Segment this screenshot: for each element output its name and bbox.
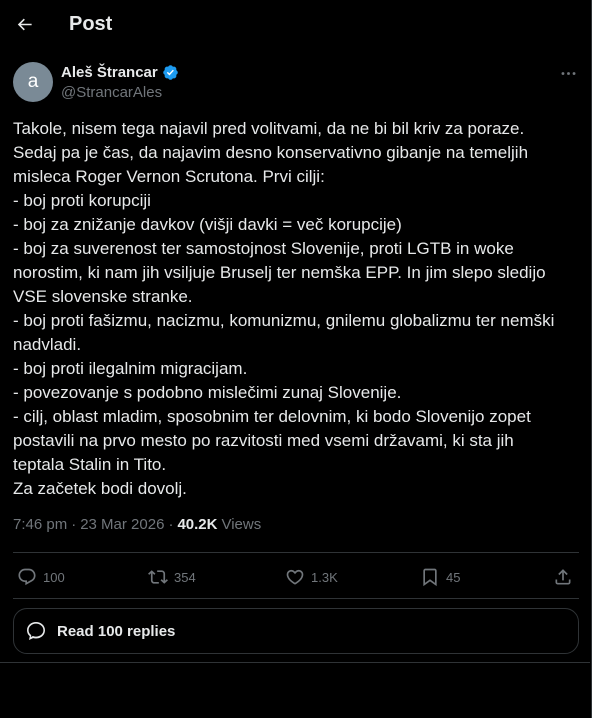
read-replies-button[interactable]: Read 100 replies	[13, 608, 579, 654]
repost-button[interactable]: 354	[148, 562, 196, 592]
back-button[interactable]	[9, 9, 39, 39]
bookmark-count: 45	[446, 569, 461, 585]
tweet-line: - boj proti ilegalnim migracijam.	[13, 359, 248, 378]
verified-badge-icon[interactable]	[162, 64, 179, 81]
avatar-letter: a	[27, 71, 39, 92]
more-button[interactable]	[556, 63, 580, 83]
tweet-line: - povezovanje s podobno mislečimi zunaj …	[13, 383, 402, 402]
divider	[13, 552, 579, 553]
divider	[0, 662, 590, 663]
tweet-line: Za začetek bodi dovolj.	[13, 479, 187, 498]
author-handle[interactable]: @StrancarAles	[61, 83, 179, 103]
post-time[interactable]: 7:46 pm	[13, 515, 67, 535]
author-name-row: Aleš Štrancar	[61, 62, 179, 82]
tweet-line: teptala Stalin in Tito.	[13, 455, 167, 474]
divider	[13, 598, 579, 599]
comment-bubble-icon	[18, 568, 36, 586]
bookmark-icon	[423, 568, 437, 587]
avatar[interactable]: a	[13, 62, 53, 102]
read-replies-label: Read 100 replies	[57, 622, 176, 640]
post-meta: 7:46 pm · 23 Mar 2026 · 40.2K Views	[13, 515, 261, 535]
tweet-line: misleca Roger Vernon Scrutona. Prvi cilj…	[13, 167, 325, 186]
author-name[interactable]: Aleš Štrancar	[61, 64, 158, 81]
tweet-line: - boj proti fašizmu, nacizmu, komunizmu,…	[13, 311, 555, 330]
tweet-line: Sedaj pa je čas, da najavim desno konser…	[13, 143, 529, 162]
repost-arrows-icon	[148, 570, 168, 584]
like-button[interactable]: 1.3K	[285, 562, 338, 592]
post-date[interactable]: 23 Mar 2026	[80, 515, 164, 535]
arrow-left-icon	[17, 18, 32, 30]
reply-button[interactable]: 100	[17, 562, 65, 592]
repost-count: 354	[174, 569, 196, 585]
share-upload-icon	[555, 569, 571, 585]
bookmark-button[interactable]: 45	[420, 562, 460, 592]
action-bar: 100 354 1.3K 45	[0, 562, 592, 592]
reply-count: 100	[43, 569, 65, 585]
views-label: Views	[221, 516, 262, 533]
tweet-line: - boj za znižanje davkov (višji davki = …	[13, 215, 402, 234]
header: Post	[0, 0, 590, 48]
tweet-line: postavili na prvo mesto po razvitosti me…	[13, 431, 514, 450]
meta-separator: ·	[168, 516, 174, 533]
views-count: 40.2K	[177, 516, 218, 533]
meta-separator: ·	[71, 516, 77, 533]
tweet-line: norostim, ki nam jih vsiljuje Bruselj te…	[13, 263, 546, 282]
chat-bubble-icon	[27, 622, 45, 640]
post-page: Post a Aleš Štrancar @StrancarAles Takol…	[0, 0, 592, 718]
tweet-line: - boj proti korupciji	[13, 191, 151, 210]
tweet-text: Takole, nisem tega najavil pred volitvam…	[13, 117, 579, 501]
like-count: 1.3K	[311, 569, 338, 585]
tweet-line: Takole, nisem tega najavil pred volitvam…	[13, 119, 525, 138]
share-button[interactable]	[553, 562, 579, 592]
post-column: Post a Aleš Štrancar @StrancarAles Takol…	[0, 0, 592, 718]
heart-icon	[286, 569, 304, 585]
tweet-line: - boj za suverenost ter samostojnost Slo…	[13, 239, 514, 258]
more-horizontal-icon	[561, 71, 575, 75]
page-title: Post	[69, 13, 113, 35]
tweet-line: - cilj, oblast mladim, sposobnim ter del…	[13, 407, 531, 426]
author-info: Aleš Štrancar @StrancarAles	[61, 62, 179, 103]
tweet-line: VSE slovenske stranke.	[13, 287, 193, 306]
tweet-line: nadvladi.	[13, 335, 82, 354]
